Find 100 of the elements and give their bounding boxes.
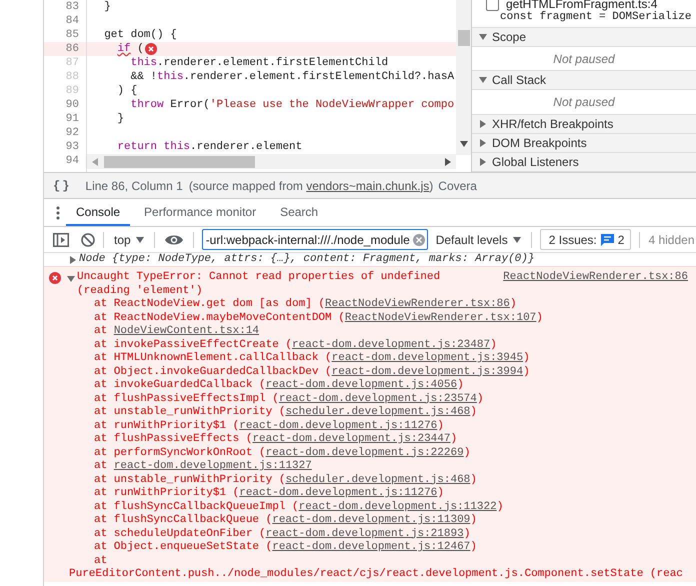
source-link[interactable]: react-dom.development.js:23487: [292, 338, 490, 350]
line-number: 91: [66, 113, 79, 125]
line-number: 85: [66, 29, 79, 41]
empty-message: Not paused: [553, 95, 615, 110]
drawer-tab[interactable]: Performance monitor: [134, 199, 266, 226]
source-link[interactable]: react-dom.development.js:12467: [272, 541, 470, 553]
source-link[interactable]: react-dom.development.js:11322: [298, 500, 497, 512]
caret-icon: [512, 236, 521, 242]
stack-frame: at flushPassiveEffectsImpl (react-dom.development.js:23574): [44, 392, 696, 406]
line-number: 88: [66, 71, 79, 83]
issues-button[interactable]: 2 Issues: 2: [540, 229, 632, 250]
stack-frame: at Object.invokeGuardedCallbackDev (react-dom.development.js:3994): [44, 366, 696, 379]
vertical-scrollbar[interactable]: [456, 0, 471, 155]
stack-frame: at runWithPriority$1 (react-dom.development.js:11276): [44, 420, 696, 433]
source-link[interactable]: scheduler.development.js:468: [285, 474, 470, 486]
message-icon: [600, 234, 614, 246]
stack-frame: at performSyncWorkOnRoot (react-dom.development.js:22269): [44, 446, 696, 460]
error-icon: [144, 43, 157, 55]
sidebar-toggle-icon[interactable]: [53, 232, 69, 246]
stack-frame: at NodeViewContent.tsx:14: [44, 325, 696, 338]
line-number: 93: [66, 141, 79, 153]
code-line: return this.renderer.element: [116, 140, 302, 154]
hidden-count: 4 hidden: [648, 232, 694, 246]
stack-frame: at HTMLUnknownElement.callCallback (react-dom.development.js:3945): [44, 352, 696, 366]
horizontal-scrollbar[interactable]: [87, 154, 456, 169]
source-link[interactable]: vendors~main.chunk.js: [306, 178, 430, 192]
line-number: 84: [66, 15, 79, 27]
breakpoint-code: const fragment = DOMSerialize: [499, 11, 692, 23]
stack-frame: at flushSyncCallbackQueueImpl (react-dom.development.js:11322): [44, 500, 696, 514]
code-line: }: [103, 0, 111, 14]
source-link[interactable]: react-dom.development.js:11327: [114, 460, 312, 472]
source-link[interactable]: ReactNodeViewRenderer.tsx:86: [325, 298, 510, 310]
drawer-tab[interactable]: Search: [270, 199, 328, 226]
pretty-print-button[interactable]: {}: [53, 178, 72, 192]
stack-frame: at ReactNodeView.get dom [as dom] (ReactNodeViewRenderer.tsx:86): [44, 298, 696, 312]
section-header[interactable]: Global Listeners: [472, 152, 696, 172]
stack-frame: at invokePassiveEffectCreate (react-dom.development.js:23487): [44, 338, 696, 352]
code-line: this.renderer.element.firstElementChild: [130, 56, 388, 70]
line-number: 87: [66, 57, 79, 69]
stack-frame: at: [44, 554, 696, 568]
source-link[interactable]: scheduler.development.js:468: [285, 406, 470, 418]
source-link[interactable]: react-dom.development.js:3994: [332, 366, 524, 378]
expand-triangle-icon[interactable]: [70, 256, 76, 264]
section-header[interactable]: Call Stack: [472, 71, 696, 90]
source-link[interactable]: react-dom.development.js:23447: [252, 433, 450, 445]
error-icon: [49, 272, 61, 284]
line-number: 92: [66, 127, 79, 139]
scroll-down-arrow-icon[interactable]: [460, 141, 468, 147]
context-dropdown[interactable]: top: [112, 232, 146, 246]
stack-frame: at flushSyncCallbackQueue (react-dom.development.js:11309): [44, 514, 696, 528]
source-link[interactable]: ReactNodeViewRenderer.tsx:107: [344, 312, 536, 324]
code-line: ) {: [116, 84, 138, 98]
code-line: throw Error('Please use the NodeViewWrapper compo: [130, 98, 454, 112]
stack-frame: at unstable_runWithPriority (scheduler.development.js:468): [44, 474, 696, 487]
error-message: Uncaught TypeError: Cannot read properties of undefined (reading 'element'): [77, 271, 442, 298]
stack-frame: at ReactNodeView.maybeMoveContentDOM (ReactNodeViewRenderer.tsx:107): [44, 312, 696, 325]
stack-frame: at unstable_runWithPriority (scheduler.development.js:468): [44, 406, 696, 420]
source-link[interactable]: react-dom.development.js:11276: [239, 420, 438, 432]
source-map-text: (source mapped from vendors~main.chunk.js): [188, 178, 434, 192]
source-link[interactable]: react-dom.development.js:4056: [266, 379, 458, 391]
source-link[interactable]: react-dom.development.js:22269: [266, 446, 464, 458]
drawer-tab[interactable]: Console: [66, 199, 130, 226]
stack-frame: at Object.enqueueSetState (react-dom.development.js:12467): [44, 541, 696, 554]
clear-console-icon[interactable]: [81, 232, 95, 246]
breakpoint-checkbox[interactable]: [486, 0, 499, 10]
filter-field[interactable]: -url:webpack-internal:///./node_module: [202, 229, 428, 250]
stack-frame: PureEditorContent.push../node_modules/react/cjs/react.development.js.Component.setState (reac: [44, 568, 696, 582]
section-header[interactable]: DOM Breakpoints: [472, 134, 696, 153]
logged-object: Node {type: NodeType, attrs: {…}, content: Fragment, marks: Array(0)}: [79, 253, 534, 266]
more-menu-icon[interactable]: [56, 206, 60, 220]
eye-icon[interactable]: [164, 234, 183, 246]
source-link[interactable]: react-dom.development.js:3945: [332, 352, 524, 364]
line-number: 89: [66, 85, 79, 97]
source-link[interactable]: react-dom.development.js:11309: [272, 514, 470, 526]
stack-frame: at scheduleUpdateOnFiber (react-dom.development.js:21893): [44, 528, 696, 541]
line-number: 86: [66, 43, 79, 55]
clear-icon[interactable]: [412, 234, 425, 246]
cursor-position: Line 86, Column 1: [85, 178, 183, 192]
stack-frame: at flushPassiveEffects (react-dom.development.js:23447): [44, 433, 696, 446]
scrollbar-thumb[interactable]: [104, 156, 255, 168]
source-link[interactable]: react-dom.development.js:21893: [266, 528, 464, 540]
source-link[interactable]: NodeViewContent.tsx:14: [114, 325, 260, 337]
code-line: if (: [116, 42, 144, 56]
coverage-label: Covera: [438, 178, 477, 192]
line-number: 94: [66, 155, 79, 167]
source-link[interactable]: react-dom.development.js:11276: [239, 487, 438, 499]
scroll-right-arrow-icon[interactable]: [445, 158, 451, 166]
stack-frame: at runWithPriority$1 (react-dom.development.js:11276): [44, 487, 696, 500]
scrollbar-thumb[interactable]: [458, 30, 470, 46]
section-header[interactable]: Scope: [472, 28, 696, 48]
expanded-triangle-icon[interactable]: [67, 275, 75, 283]
code-line: }: [116, 112, 124, 126]
line-number: 83: [66, 1, 79, 13]
line-number: 90: [66, 99, 79, 111]
source-link[interactable]: ReactNodeViewRenderer.tsx:86: [503, 271, 688, 284]
stack-frame: at react-dom.development.js:11327: [44, 460, 696, 474]
log-levels-dropdown[interactable]: Default levels: [434, 232, 523, 246]
section-header[interactable]: XHR/fetch Breakpoints: [472, 114, 696, 134]
source-link[interactable]: react-dom.development.js:23574: [278, 392, 477, 404]
caret-icon: [136, 236, 144, 242]
